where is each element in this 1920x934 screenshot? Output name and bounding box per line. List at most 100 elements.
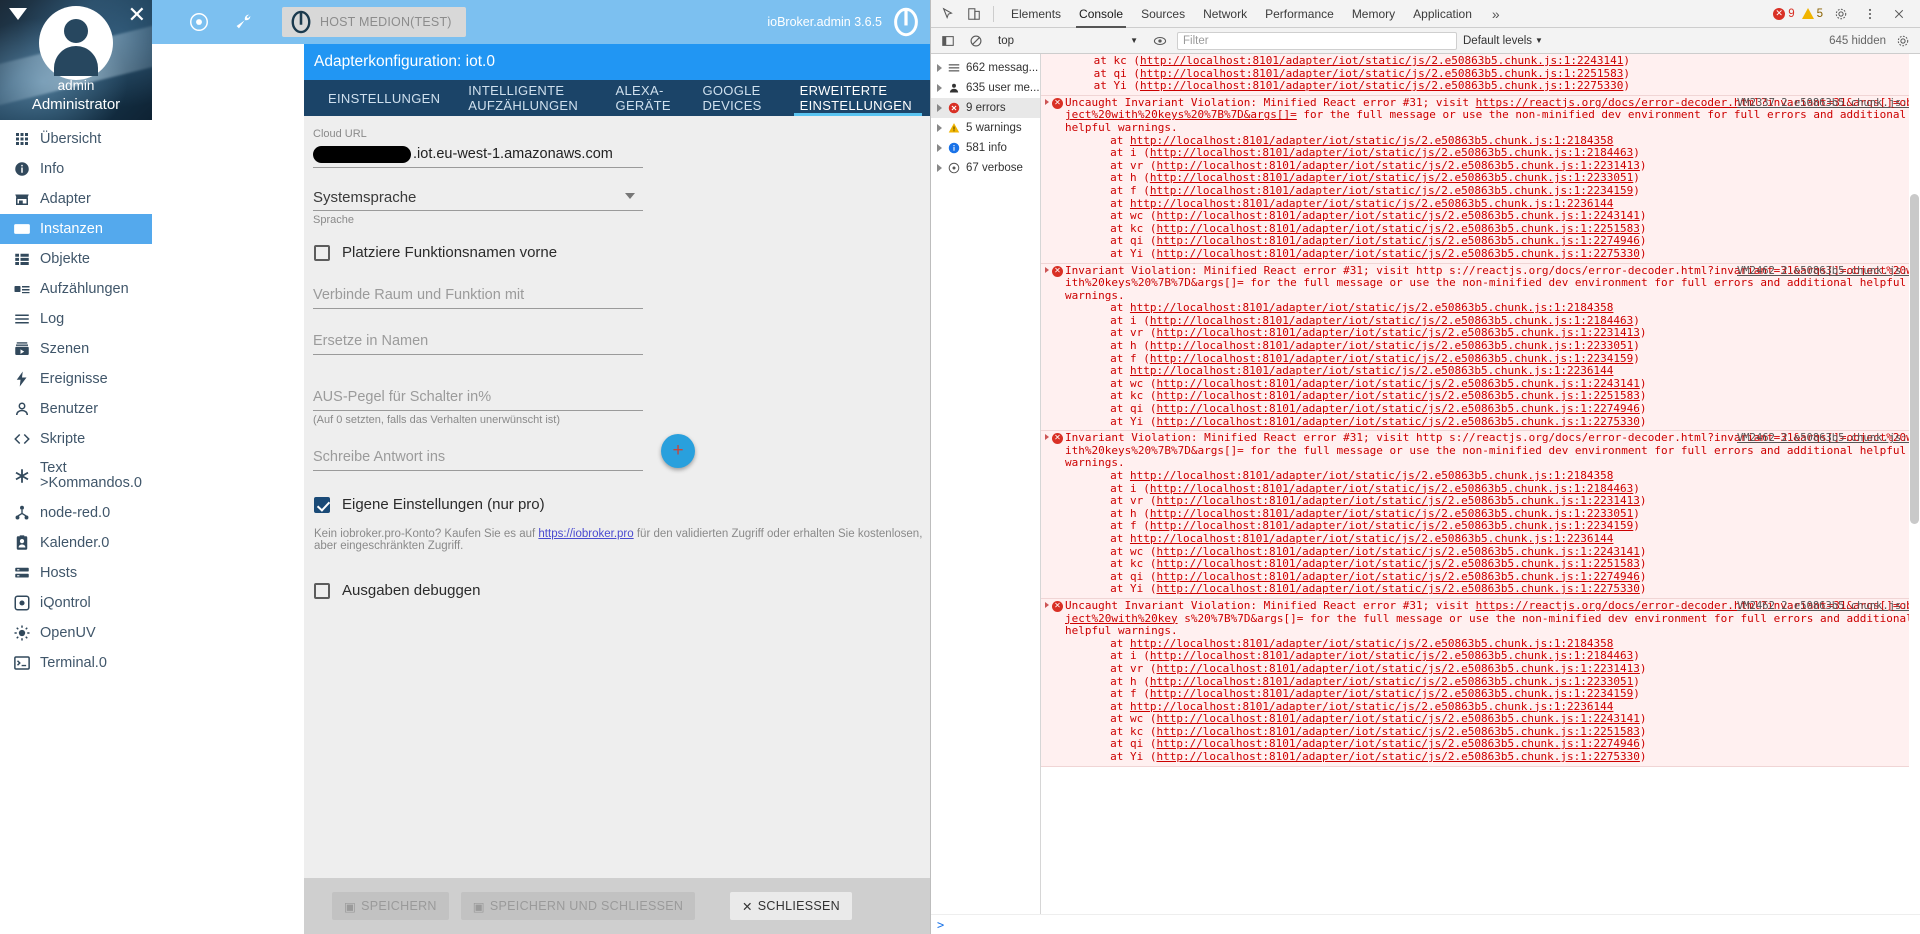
- levels-selector[interactable]: Default levels ▼: [1463, 35, 1543, 47]
- devtools-tab-elements[interactable]: Elements: [1002, 0, 1070, 28]
- console-link[interactable]: http://localhost:8101/adapter/iot/static…: [1156, 494, 1639, 507]
- sidebar-item-terminal-0[interactable]: Terminal.0: [0, 648, 152, 678]
- devtools-tab-network[interactable]: Network: [1194, 0, 1256, 28]
- console-link[interactable]: http://localhost:8101/adapter/iot/static…: [1140, 54, 1623, 67]
- console-link[interactable]: http://localhost:8101/adapter/iot/static…: [1156, 750, 1639, 763]
- sidebar-item-iqontrol[interactable]: iQontrol: [0, 588, 152, 618]
- sidebar-item-openuv[interactable]: OpenUV: [0, 618, 152, 648]
- devtools-tab-memory[interactable]: Memory: [1343, 0, 1404, 28]
- console-link[interactable]: http://localhost:8101/adapter/iot/static…: [1150, 314, 1633, 327]
- sidebar-item-benutzer[interactable]: Benutzer: [0, 394, 152, 424]
- console-link[interactable]: http://localhost:8101/adapter/iot/static…: [1150, 146, 1633, 159]
- console-group-9-errors[interactable]: 9 errors: [931, 98, 1040, 118]
- filter-input[interactable]: Filter: [1177, 31, 1457, 50]
- device-toolbar-icon[interactable]: [963, 4, 985, 24]
- console-link[interactable]: http://localhost:8101/adapter/iot/static…: [1156, 402, 1639, 415]
- console-group-5-warnings[interactable]: 5 warnings: [931, 118, 1040, 138]
- expand-arrow-icon[interactable]: [1041, 600, 1052, 764]
- console-link[interactable]: http://localhost:8101/adapter/iot/static…: [1150, 184, 1633, 197]
- replace-field[interactable]: Ersetze in Namen: [313, 328, 643, 355]
- console-sidebar-icon[interactable]: [937, 31, 959, 51]
- console-link[interactable]: http://localhost:8101/adapter/iot/static…: [1150, 352, 1633, 365]
- concat-input[interactable]: Verbinde Raum und Funktion mit: [313, 282, 643, 309]
- console-link[interactable]: http://localhost:8101/adapter/iot/static…: [1150, 687, 1633, 700]
- expand-arrow-icon[interactable]: [937, 124, 942, 132]
- function-first-checkbox-row[interactable]: Platziere Funktionsnamen vorne: [314, 244, 930, 261]
- language-field[interactable]: Systemsprache Sprache: [313, 184, 643, 226]
- sidebar-item-node-red-0[interactable]: node-red.0: [0, 498, 152, 528]
- chevron-down-icon[interactable]: [625, 193, 635, 199]
- console-prompt[interactable]: >: [931, 914, 1920, 934]
- console-group-635-user-me[interactable]: 635 user me...: [931, 78, 1040, 98]
- own-settings-checkbox[interactable]: [314, 496, 330, 513]
- console-link[interactable]: http://localhost:8101/adapter/iot/static…: [1156, 389, 1639, 403]
- eye-icon[interactable]: [186, 9, 212, 35]
- close-icon[interactable]: ✕: [128, 4, 146, 26]
- response-input[interactable]: Schreibe Antwort ins: [313, 444, 643, 471]
- console-link[interactable]: http://localhost:8101/adapter/iot/static…: [1130, 301, 1613, 314]
- console-error-message[interactable]: ✕ Uncaught Invariant Violation: Minified …: [1041, 95, 1920, 264]
- console-error-message[interactable]: ✕ Invariant Violation: Minified React err…: [1041, 431, 1920, 599]
- iobroker-pro-link[interactable]: https://iobroker.pro: [538, 528, 633, 540]
- expand-arrow-icon[interactable]: [1041, 265, 1052, 429]
- devtools-tab-sources[interactable]: Sources: [1132, 0, 1194, 28]
- response-field[interactable]: Schreibe Antwort ins +: [313, 434, 695, 471]
- save-button[interactable]: ▣ SPEICHERN: [332, 892, 449, 920]
- cloud-url-input[interactable]: .iot.eu-west-1.amazonaws.com: [313, 141, 643, 168]
- expand-arrow-icon[interactable]: [937, 164, 942, 172]
- console-link[interactable]: http://localhost:8101/adapter/iot/static…: [1150, 519, 1633, 533]
- wrench-icon[interactable]: [230, 9, 256, 35]
- concat-field[interactable]: Verbinde Raum und Funktion mit: [313, 282, 643, 309]
- console-link[interactable]: http://localhost:8101/adapter/iot/static…: [1130, 700, 1613, 713]
- console-link[interactable]: http://localhost:8101/adapter/iot/static…: [1150, 339, 1633, 352]
- tab-erweiterte-einstellungen[interactable]: ERWEITERTE EINSTELLUNGEN: [786, 80, 930, 116]
- tab-intelligente-aufz-hlungen[interactable]: INTELLIGENTE AUFZÄHLUNGEN: [454, 80, 601, 116]
- console-link[interactable]: http://localhost:8101/adapter/iot/static…: [1156, 326, 1639, 340]
- tab-einstellungen[interactable]: EINSTELLUNGEN: [314, 80, 454, 116]
- sidebar-item-log[interactable]: Log: [0, 304, 152, 334]
- add-button[interactable]: +: [661, 434, 695, 468]
- own-settings-checkbox-row[interactable]: Eigene Einstellungen (nur pro): [314, 496, 930, 513]
- console-source-link[interactable]: VM2337 2.e50863b5.chunk.js:1: [1737, 97, 1914, 110]
- console-messages[interactable]: at kc (http://localhost:8101/adapter/iot…: [1041, 54, 1920, 914]
- console-link[interactable]: http://localhost:8101/adapter/iot/static…: [1150, 482, 1633, 495]
- sidebar-item-ereignisse[interactable]: Ereignisse: [0, 364, 152, 394]
- cloud-url-field[interactable]: Cloud URL .iot.eu-west-1.amazonaws.com: [313, 128, 643, 168]
- console-link[interactable]: http://localhost:8101/adapter/iot/static…: [1156, 222, 1639, 235]
- devtools-tab-console[interactable]: Console: [1070, 0, 1132, 28]
- sidebar-item-aufz-hlungen[interactable]: Aufzählungen: [0, 274, 152, 304]
- devtools-close-icon[interactable]: [1888, 4, 1910, 24]
- console-link[interactable]: http://localhost:8101/adapter/iot/static…: [1156, 570, 1639, 583]
- sidebar-item-bersicht[interactable]: Übersicht: [0, 124, 152, 154]
- console-link[interactable]: http://localhost:8101/adapter/iot/static…: [1150, 675, 1633, 688]
- console-link[interactable]: http://localhost:8101/adapter/iot/static…: [1156, 234, 1639, 248]
- close-button[interactable]: ✕ SCHLIESSEN: [730, 892, 852, 920]
- console-link[interactable]: http://localhost:8101/adapter/iot/static…: [1130, 134, 1613, 147]
- console-link[interactable]: http://localhost:8101/adapter/iot/static…: [1156, 737, 1639, 751]
- console-link[interactable]: http://localhost:8101/adapter/iot/static…: [1130, 637, 1613, 650]
- console-link[interactable]: http://localhost:8101/adapter/iot/static…: [1140, 67, 1623, 80]
- function-first-checkbox[interactable]: [314, 244, 330, 261]
- devtools-tab-performance[interactable]: Performance: [1256, 0, 1343, 28]
- console-link[interactable]: http://localhost:8101/adapter/iot/static…: [1130, 197, 1613, 210]
- expand-arrow-icon[interactable]: [937, 84, 942, 92]
- console-link[interactable]: http://localhost:8101/adapter/iot/static…: [1150, 649, 1633, 663]
- console-link[interactable]: http://localhost:8101/adapter/iot/static…: [1156, 557, 1639, 570]
- debug-checkbox-row[interactable]: Ausgaben debuggen: [314, 582, 930, 599]
- console-group-581-info[interactable]: 581 info: [931, 138, 1040, 158]
- expand-arrow-icon[interactable]: [937, 104, 942, 112]
- off-level-input[interactable]: AUS-Pegel für Schalter in%: [313, 384, 643, 411]
- console-link[interactable]: http://localhost:8101/adapter/iot/static…: [1156, 725, 1639, 738]
- sidebar-item-objekte[interactable]: Objekte: [0, 244, 152, 274]
- collapse-caret-icon[interactable]: [9, 8, 27, 20]
- expand-arrow-icon[interactable]: [1041, 432, 1052, 596]
- error-badge[interactable]: ✕ 9: [1773, 7, 1795, 20]
- console-link[interactable]: http://localhost:8101/adapter/iot/static…: [1156, 209, 1639, 222]
- console-link[interactable]: http://localhost:8101/adapter/iot/static…: [1130, 364, 1613, 377]
- context-selector[interactable]: top ▼: [993, 32, 1143, 50]
- console-link[interactable]: http://localhost:8101/adapter/iot/static…: [1156, 582, 1639, 596]
- expand-arrow-icon[interactable]: [1041, 97, 1052, 261]
- console-link[interactable]: http://localhost:8101/adapter/iot/static…: [1130, 532, 1613, 545]
- sidebar-item-info[interactable]: Info: [0, 154, 152, 184]
- tab-google-devices[interactable]: GOOGLE DEVICES: [688, 80, 785, 116]
